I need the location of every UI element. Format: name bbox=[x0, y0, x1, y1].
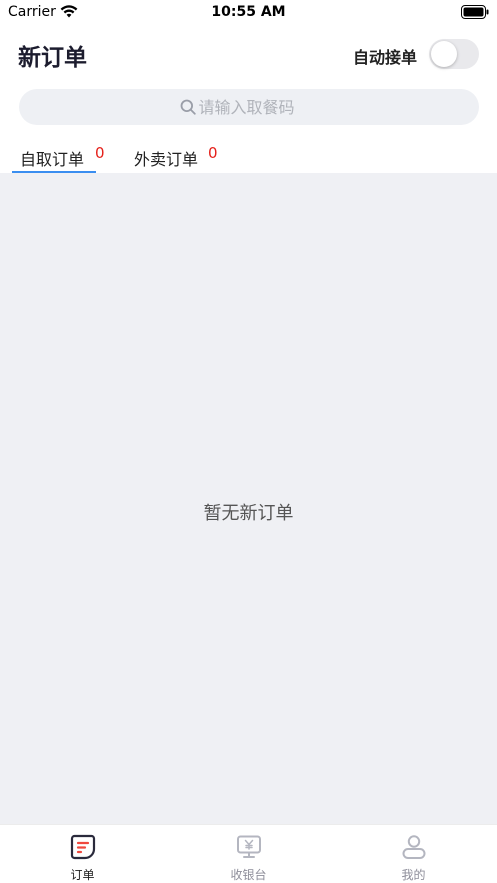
nav-item-me[interactable]: 我的 bbox=[331, 825, 496, 883]
tab-delivery-orders[interactable]: 外卖订单 bbox=[134, 146, 198, 170]
bottom-nav: 订单 收银台 我的 bbox=[0, 824, 497, 883]
nav-item-cashier[interactable]: 收银台 bbox=[166, 825, 331, 883]
search-inner bbox=[19, 89, 479, 125]
nav-label-orders: 订单 bbox=[70, 868, 95, 882]
status-time: 10:55 AM bbox=[211, 4, 286, 20]
order-list-area: 暂无新订单 bbox=[0, 173, 497, 824]
nav-label-me: 我的 bbox=[401, 868, 426, 882]
nav-label-cashier: 收银台 bbox=[230, 868, 267, 882]
status-bar: Carrier 10:55 AM bbox=[0, 0, 497, 26]
auto-accept-toggle[interactable] bbox=[429, 39, 479, 69]
empty-state-message: 暂无新订单 bbox=[203, 503, 294, 524]
page-title: 新订单 bbox=[18, 45, 87, 71]
app-screen: Carrier 10:55 AM 新订单 自动接单 自取订单 0 外卖订单 0 bbox=[0, 0, 497, 883]
profile-icon bbox=[402, 835, 426, 859]
search-input[interactable] bbox=[198, 97, 319, 117]
auto-accept-label: 自动接单 bbox=[352, 48, 417, 67]
search-bar[interactable] bbox=[19, 89, 479, 125]
toggle-knob bbox=[431, 41, 457, 67]
cashier-icon bbox=[237, 835, 261, 858]
order-tabs: 自取订单 0 外卖订单 0 bbox=[0, 140, 497, 173]
battery-icon bbox=[461, 5, 489, 19]
orders-icon bbox=[70, 834, 96, 860]
tab-pickup-orders[interactable]: 自取订单 bbox=[20, 146, 84, 170]
delivery-count-badge: 0 bbox=[208, 144, 218, 162]
search-icon bbox=[180, 99, 196, 115]
nav-item-orders[interactable]: 订单 bbox=[0, 825, 165, 883]
pickup-count-badge: 0 bbox=[95, 144, 105, 162]
